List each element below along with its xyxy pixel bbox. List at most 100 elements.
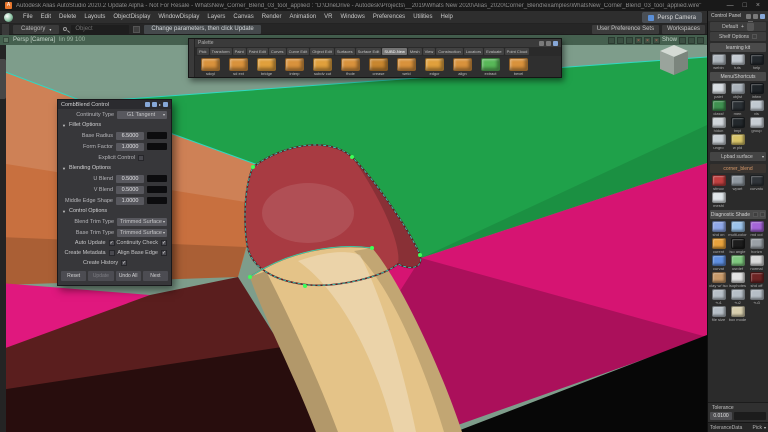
menu-item[interactable]: Layers [203, 14, 229, 20]
middle-edge-shape-slider[interactable] [147, 197, 167, 204]
minimize-button[interactable]: — [727, 2, 734, 9]
section-collapse-icon[interactable]: ▼ [62, 123, 66, 128]
shelf-tool[interactable]: webin [709, 54, 728, 70]
shelf-tool[interactable]: men [728, 100, 747, 116]
subd-tool-button[interactable]: sd ext [226, 58, 251, 76]
delete-marker-icon[interactable]: × [644, 37, 651, 44]
edit-point[interactable] [370, 246, 374, 250]
collapse-icon[interactable] [152, 102, 157, 107]
menu-item[interactable]: ObjectDisplay [109, 14, 154, 20]
viewport-toggle-icon[interactable] [617, 37, 624, 44]
align-base-edge-checkbox[interactable]: ✓ [161, 250, 167, 256]
category-dropdown[interactable]: Category ▾ [13, 25, 59, 34]
menu-item[interactable]: Animation [285, 14, 320, 20]
blend-trim-type-dropdown[interactable]: Trimmed Surface ▾ [117, 218, 167, 226]
object-search-input[interactable]: Object [71, 25, 129, 34]
edit-point[interactable] [303, 284, 307, 288]
shelf-tool[interactable]: tmpl [728, 117, 747, 133]
palette-tab[interactable]: Surfaces [335, 48, 355, 55]
menu-item[interactable]: File [19, 14, 37, 20]
menu-item[interactable]: Layouts [80, 14, 109, 20]
shelf-tool[interactable]: sfmov [709, 175, 728, 191]
palette-tab[interactable]: Paint [233, 48, 246, 55]
menu-item[interactable]: Edit [37, 14, 55, 20]
gear-icon[interactable] [760, 212, 765, 217]
maximize-button[interactable]: □ [743, 2, 747, 9]
v-blend-slider[interactable] [147, 186, 167, 193]
menu-item[interactable]: Windows [336, 14, 368, 20]
palette-tab[interactable]: Mesh [408, 48, 422, 55]
subd-tool-button[interactable]: weld [394, 58, 419, 76]
shade-mode-button[interactable]: iso angle [728, 238, 747, 254]
shade-mode-button[interactable]: curvat [709, 255, 728, 271]
palette-tab[interactable]: Construction [436, 48, 462, 55]
show-menu[interactable]: Show [662, 37, 677, 43]
viewport-toggle-icon[interactable] [608, 37, 615, 44]
shelf-tool[interactable]: group [747, 117, 766, 133]
shelf-tool[interactable]: meshl [709, 192, 728, 208]
shelf-tool[interactable]: palet [709, 83, 728, 99]
undo-all-button[interactable]: Undo All [116, 271, 141, 281]
section-diagnostic-shade[interactable]: Diagnostic Shade [710, 210, 766, 219]
subd-tool-button[interactable]: align [450, 58, 475, 76]
shelf-tool[interactable]: objlst [728, 83, 747, 99]
menu-item[interactable]: Utilities [409, 14, 436, 20]
search-icon[interactable] [63, 27, 67, 31]
subd-tool-button[interactable]: sdcyl [198, 58, 223, 76]
layout-icon[interactable] [697, 37, 704, 44]
menu-item[interactable]: VR [320, 14, 336, 20]
palette-tab[interactable]: Paint Edit [247, 48, 268, 55]
u-blend-slider[interactable] [147, 175, 167, 182]
user-preference-sets-button[interactable]: User Preference Sets [592, 25, 659, 34]
shade-mode-button[interactable]: normal [747, 255, 766, 271]
promptline-icon[interactable] [133, 26, 140, 33]
subd-tool-button[interactable]: fhole [338, 58, 363, 76]
menu-item[interactable]: Help [437, 14, 457, 20]
view-cube[interactable] [660, 45, 688, 75]
dock-icon[interactable] [145, 102, 150, 107]
shelf-tool[interactable]: ungro [709, 134, 728, 150]
viewport-menu-icon[interactable] [3, 37, 9, 43]
menu-item[interactable]: Canvas [229, 14, 257, 20]
next-button[interactable]: Next [143, 271, 168, 281]
shelf-tool[interactable]: hidun [709, 117, 728, 133]
shelf-tool[interactable]: w pld [728, 134, 747, 150]
workspaces-button[interactable]: Workspaces [662, 25, 705, 34]
shade-mode-button[interactable]: curent [709, 238, 728, 254]
shade-quality-button[interactable]: +u2 [728, 289, 747, 305]
tolerance-input[interactable]: 0.0100 [710, 412, 732, 420]
diag-shade-checkbox[interactable] [753, 212, 758, 217]
section-collapse-icon[interactable]: ▼ [62, 166, 66, 171]
palette-tab[interactable]: Evaluate [484, 48, 504, 55]
update-button[interactable]: Update [88, 271, 113, 281]
section-learning-kit[interactable]: learning kit [710, 43, 766, 52]
palette-tab[interactable]: Curve Edit [287, 48, 310, 55]
palette-tab[interactable]: View [423, 48, 436, 55]
subd-tool-button[interactable]: extract [478, 58, 503, 76]
palette-tab[interactable]: Object Edit [310, 48, 334, 55]
continuity-check-checkbox[interactable]: ✓ [161, 240, 167, 246]
shade-mode-button[interactable]: horizn [747, 238, 766, 254]
delete-marker-icon[interactable]: × [653, 37, 660, 44]
shelf-surface-dropdown[interactable]: Lpbad surface ▾ [710, 152, 766, 161]
subd-tool-button[interactable]: crease [366, 58, 391, 76]
continuity-type-dropdown[interactable]: G1 Tangent ▾ [117, 111, 167, 119]
middle-edge-shape-input[interactable]: 1.0000 [116, 197, 144, 205]
edit-point[interactable] [251, 165, 255, 169]
shelf-selector[interactable]: Default + [710, 22, 766, 31]
subd-tool-button[interactable]: bevel [506, 58, 531, 76]
collapse-icon[interactable] [546, 41, 551, 46]
reset-button[interactable]: Reset [61, 271, 86, 281]
shelf-tool[interactable]: classf [709, 100, 728, 116]
menu-item[interactable]: Delete [55, 14, 80, 20]
shade-mode-button[interactable]: shd on [709, 221, 728, 237]
shelf-tool[interactable]: vis [747, 100, 766, 116]
tri-left-icon[interactable]: ▸ [159, 102, 161, 107]
create-history-checkbox[interactable]: ✓ [121, 260, 127, 266]
palette-tab[interactable]: Curves [269, 48, 286, 55]
shade-mode-button[interactable]: rnd col [747, 221, 766, 237]
shade-quality-button[interactable]: +u1 [709, 289, 728, 305]
tolerance-slider[interactable] [734, 412, 766, 420]
menu-item[interactable]: Preferences [369, 14, 409, 20]
shade-mode-button[interactable]: multi-color [728, 221, 747, 237]
